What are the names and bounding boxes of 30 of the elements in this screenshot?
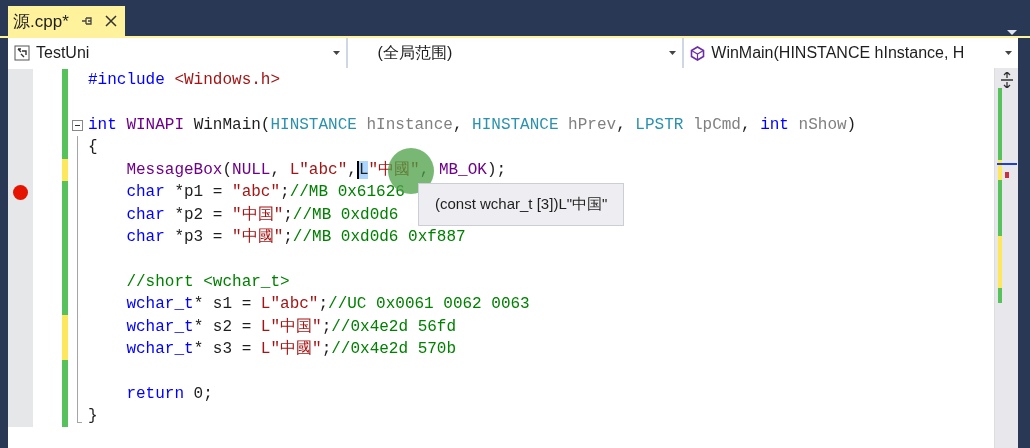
code-line: { bbox=[88, 138, 98, 157]
close-icon[interactable] bbox=[104, 15, 117, 27]
code-line: return 0; bbox=[125, 384, 213, 403]
method-icon bbox=[690, 45, 706, 61]
caret-icon bbox=[669, 51, 677, 55]
code-line: wchar_t* s3 = L"中國";//0x4e2d 570b bbox=[125, 339, 457, 360]
collapse-icon[interactable] bbox=[72, 119, 83, 131]
caret-icon bbox=[332, 51, 340, 55]
overflow-dropdown-icon[interactable] bbox=[1006, 28, 1018, 36]
project-icon bbox=[14, 45, 30, 61]
code-line: //short <wchar_t> bbox=[125, 272, 290, 291]
code-line: wchar_t* s2 = L"中国";//0x4e2d 56fd bbox=[125, 317, 457, 337]
caret-icon bbox=[1005, 51, 1012, 55]
document-tab[interactable]: 源.cpp* bbox=[8, 6, 125, 36]
code-line: int WINAPI WinMain(HINSTANCE hInstance, HINSTANCE hPrev, LPSTR lpCmd, int nShow) bbox=[88, 115, 857, 134]
code-line: wchar_t* s1 = L"abc";//UC 0x0061 0062 0063 bbox=[125, 295, 530, 314]
member-dropdown[interactable]: WinMain(HINSTANCE hInstance, H bbox=[684, 38, 1018, 68]
code-line: char *p1 = "abc";//MB 0x61626 bbox=[125, 183, 405, 202]
code-line: } bbox=[88, 407, 98, 426]
split-icon[interactable] bbox=[999, 72, 1014, 88]
scope-dropdown[interactable]: (全局范围) bbox=[347, 38, 683, 68]
code-line: #include <Windows.h> bbox=[88, 71, 281, 90]
code-line: char *p2 = "中国";//MB 0xd0d6 bbox=[125, 205, 399, 226]
code-line: char *p3 = "中國";//MB 0xd0d6 0xf887 bbox=[125, 227, 466, 248]
scrollbar[interactable] bbox=[994, 68, 1018, 448]
pin-icon[interactable] bbox=[80, 15, 93, 27]
tab-title: 源.cpp* bbox=[13, 10, 69, 33]
breakpoint-icon[interactable] bbox=[13, 184, 28, 200]
project-dropdown[interactable]: TestUni bbox=[8, 38, 346, 68]
tooltip: (const wchar_t [3])L"中国" bbox=[418, 183, 625, 226]
